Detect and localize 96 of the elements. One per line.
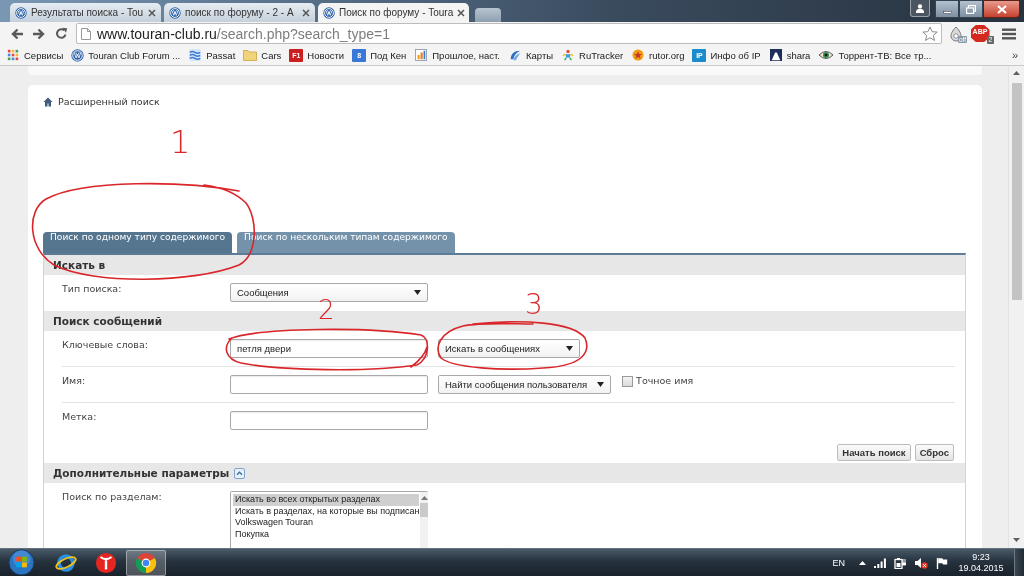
minimize-icon [942,10,952,14]
signal-bars-icon[interactable] [874,556,886,569]
restore-button[interactable] [959,0,983,18]
round-logo-icon [169,6,181,19]
plug-icon[interactable] [894,556,906,569]
dropdown[interactable]: Найти сообщения пользователя [438,375,612,394]
show-desktop-button[interactable] [1014,549,1024,576]
language-indicator[interactable]: EN [832,557,845,568]
annotation-number: 3 [525,291,543,319]
clock-date[interactable]: 19.04.2015 [958,562,1004,574]
round-logo-icon [323,6,335,19]
bookmark[interactable]: Passat [188,49,236,61]
list-option[interactable]: Volkswagen Touran [233,517,420,529]
list-option[interactable]: Покупка [233,528,420,540]
close-icon[interactable] [302,8,310,17]
round-logo-icon [15,6,27,19]
bookmark[interactable]: Сервисы [6,49,64,61]
close-icon[interactable] [148,8,156,17]
close-button[interactable] [983,0,1020,18]
dropdown-arrow-icon [597,382,605,387]
field-label: Имя: [62,375,87,387]
section-title: Дополнительные параметры [53,467,230,479]
minimize-button[interactable] [935,0,959,18]
up-arrow-icon[interactable] [859,560,866,565]
dropdown-arrow-icon [566,346,573,351]
back-arrow-icon [10,27,24,40]
field-label: Ключевые слова: [62,339,149,351]
scrollbar-track[interactable] [1008,66,1024,548]
text-input[interactable] [230,411,428,430]
restore-icon [966,4,976,14]
browser-tab[interactable]: поиск по форуму - 2 - А [164,3,315,22]
scroll-up-arrow-icon[interactable] [1013,71,1020,75]
bookmark[interactable]: shara [768,49,811,61]
list-option[interactable]: Искать во всех открытых разделах [233,494,420,506]
flag-icon[interactable] [936,556,948,569]
dropdown[interactable]: Искать в сообщениях [438,339,580,358]
scrollbar-thumb[interactable] [1011,83,1022,300]
menu-icon [1002,27,1016,40]
breadcrumb-link[interactable]: Расширенный поиск [58,96,160,108]
address-field[interactable]: www.touran-club.ru/search.php?search_type=1 [76,23,942,44]
star-badge-icon [631,49,646,61]
person-icon [915,3,925,13]
scroll-up-arrow-icon[interactable] [420,496,428,500]
search-button[interactable]: Начать поиск [837,444,911,461]
scrollbar-thumb[interactable] [420,503,429,517]
folder-icon [243,49,258,61]
reload-icon [54,27,68,40]
close-icon [996,4,1007,14]
section-title: Искать в [53,259,106,271]
forward-arrow-icon [32,27,46,40]
list-box[interactable]: Искать во всех открытых разделах Искать в разделах, на которые вы подписан Volkswagen Touran Покупка [230,491,428,548]
apps-grid-icon [6,49,20,61]
swoosh-icon [508,49,522,61]
bookmark[interactable]: Touran Club Forum ... [71,48,181,62]
ring-swoosh-icon [54,551,78,574]
bookmark[interactable]: Cars [243,49,282,61]
bookmark[interactable]: Прошлое, наст. [414,49,500,61]
checkbox-label[interactable]: Точное имя [636,375,694,387]
field-label: Метка: [62,411,98,423]
speaker-muted-icon[interactable] [914,556,928,569]
browser-tab[interactable]: Поиск по форуму - Toura [318,3,469,22]
close-icon[interactable] [457,8,466,17]
segmented-circle-icon [134,551,158,574]
bar-chart-icon [414,49,429,61]
section-title: Поиск сообщений [53,315,163,327]
checkbox[interactable] [622,376,634,387]
striped-tile-icon [188,49,203,61]
list-option[interactable]: Искать в разделах, на которые вы подписан [233,505,420,517]
eye-icon [818,49,835,61]
bookmark[interactable]: rutor.org [631,49,685,61]
user-button[interactable] [910,0,930,17]
scrollbar-track[interactable] [420,492,429,548]
field-label: Тип поиска: [62,283,123,295]
browser-tab[interactable]: Результаты поиска - Tou [10,3,161,22]
scroll-down-arrow-icon[interactable] [1013,538,1020,542]
figure-icon [561,49,576,61]
bookmark[interactable]: Карты [508,49,554,61]
text-input[interactable]: петля двери [230,339,428,358]
annotation-number: 1 [170,126,191,158]
bookmark[interactable]: Торрент-ТВ: Все тр... [818,49,932,61]
collapse-icon[interactable] [234,467,246,479]
search-type-tab[interactable]: Поиск по одному типу содержимого [43,232,233,253]
orb-icon [7,549,35,576]
star-icon[interactable] [922,25,938,42]
text-input[interactable] [230,375,428,394]
y-circle-icon [94,551,118,574]
page-icon [81,27,91,40]
bookmark[interactable]: RuTracker [561,49,624,61]
reset-button[interactable]: Сброс [914,444,954,461]
road-tile-icon [768,49,783,61]
clock-time[interactable]: 9:23 [972,551,990,563]
round-logo-icon [71,48,85,62]
dropdown-arrow-icon [414,290,421,295]
field-label: Поиск по разделам: [62,491,163,503]
home-icon[interactable] [43,97,53,107]
overflow-button[interactable]: » [1011,49,1018,61]
